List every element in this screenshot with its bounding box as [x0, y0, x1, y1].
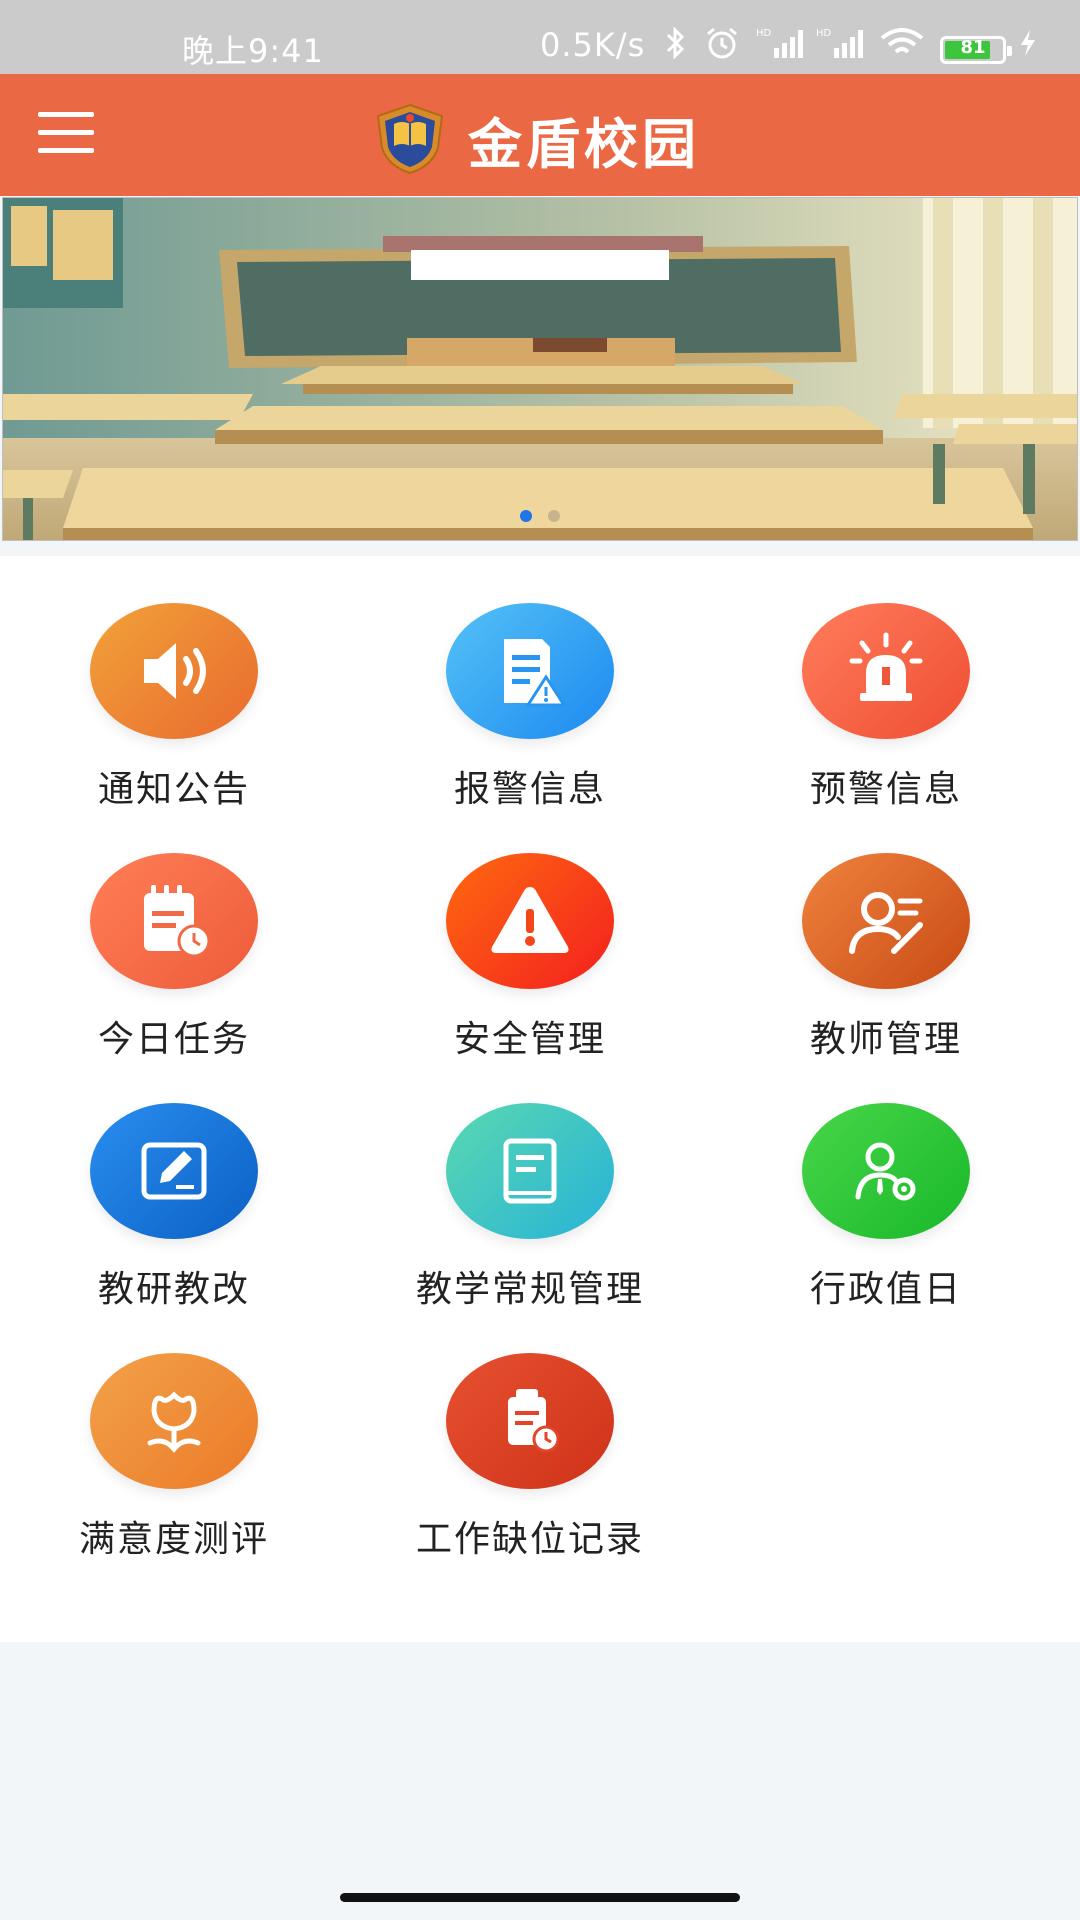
battery-icon: 81	[940, 36, 1012, 64]
home-indicator[interactable]	[340, 1893, 740, 1902]
admin-person-gear-icon	[855, 1142, 916, 1201]
grid-item-label: 今日任务	[97, 1019, 250, 1060]
calendar-clock-icon	[144, 885, 211, 958]
grid-item-icon	[90, 853, 258, 989]
grid-item-icon	[90, 1353, 258, 1489]
grid-item-teaching-routine[interactable]: 教学常规管理	[356, 1056, 676, 1310]
grid-item-label: 安全管理	[453, 1019, 606, 1060]
shield-logo-icon	[372, 102, 448, 176]
grid-item-early-warning[interactable]: 预警信息	[712, 556, 1032, 810]
carousel-dot-active[interactable]	[520, 510, 532, 522]
document-warning-icon	[504, 639, 567, 707]
app-title: 金盾校园	[468, 113, 700, 176]
status-bar: 晚上9:41 0.5K/s HD HD 81	[0, 0, 1080, 74]
grid-item-icon	[90, 1103, 258, 1239]
wifi-icon	[878, 26, 926, 60]
grid-item-icon	[446, 853, 614, 989]
svg-text:HD: HD	[756, 28, 772, 39]
grid-item-icon	[802, 853, 970, 989]
grid-item-safety[interactable]: 安全管理	[356, 806, 676, 1060]
classroom-illustration	[3, 198, 1077, 540]
banner-carousel[interactable]	[2, 197, 1078, 541]
grid-item-label: 工作缺位记录	[415, 1519, 644, 1560]
grid-item-label: 行政值日	[809, 1269, 962, 1310]
warning-triangle-icon	[491, 887, 569, 953]
edit-pen-icon	[141, 1142, 207, 1200]
bluetooth-icon	[662, 26, 690, 60]
alarm-icon	[704, 26, 740, 60]
siren-icon	[849, 632, 923, 701]
grid-item-teaching-research[interactable]: 教研教改	[0, 1056, 320, 1310]
grid-item-icon	[446, 1103, 614, 1239]
hd-signal-icon: HD	[816, 26, 866, 60]
carousel-dot[interactable]	[548, 510, 560, 522]
grid-item-label: 教学常规管理	[415, 1269, 644, 1310]
grid-item-label: 教研教改	[97, 1269, 250, 1310]
grid-item-label: 满意度测评	[78, 1519, 269, 1560]
teacher-icon	[849, 892, 923, 954]
network-speed: 0.5K/s	[540, 26, 646, 64]
function-grid: 通知公告 报警信息 预警信息 今日任务 安全管理 教师管理 教研教改 教学常规管…	[0, 556, 1080, 1642]
grid-item-teacher[interactable]: 教师管理	[712, 806, 1032, 1060]
grid-item-icon	[446, 1353, 614, 1489]
grid-item-label: 通知公告	[97, 769, 250, 810]
grid-item-label: 教师管理	[809, 1019, 962, 1060]
grid-item-today-task[interactable]: 今日任务	[0, 806, 320, 1060]
grid-item-alarm[interactable]: 报警信息	[356, 556, 676, 810]
book-icon	[503, 1138, 557, 1204]
svg-text:HD: HD	[816, 28, 832, 39]
grid-item-icon	[802, 603, 970, 739]
grid-item-absence-record[interactable]: 工作缺位记录	[356, 1306, 676, 1560]
hamburger-menu-icon[interactable]	[38, 108, 96, 160]
carousel-dots	[520, 510, 560, 522]
flower-icon	[147, 1391, 201, 1453]
grid-item-admin-duty[interactable]: 行政值日	[712, 1056, 1032, 1310]
status-time: 晚上9:41	[182, 32, 324, 70]
grid-item-icon	[802, 1103, 970, 1239]
app-bar: 金盾校园	[0, 74, 1080, 196]
speaker-icon	[144, 643, 206, 699]
grid-item-icon	[90, 603, 258, 739]
battery-level: 81	[960, 37, 986, 58]
grid-item-icon	[446, 603, 614, 739]
charging-icon	[1016, 26, 1040, 60]
grid-item-notice[interactable]: 通知公告	[0, 556, 320, 810]
grid-item-satisfaction[interactable]: 满意度测评	[0, 1306, 320, 1560]
grid-item-label: 报警信息	[453, 769, 606, 810]
record-clock-icon	[508, 1389, 560, 1453]
hd-signal-icon: HD	[756, 26, 806, 60]
grid-item-label: 预警信息	[809, 769, 962, 810]
